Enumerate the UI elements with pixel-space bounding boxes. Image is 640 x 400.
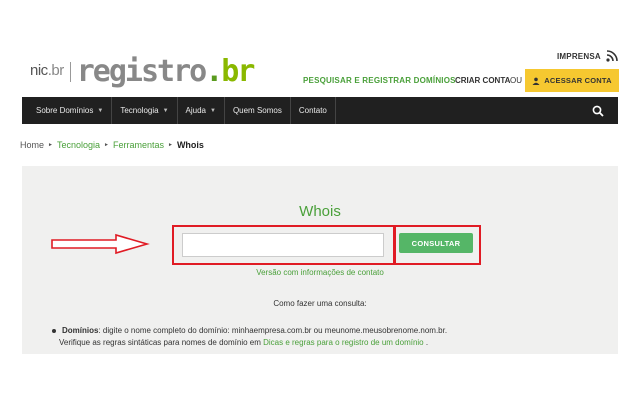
breadcrumb-separator-icon: ► [167,142,173,148]
nav-item-contato[interactable]: Contato [291,97,336,124]
versao-contato-link: Versão com informações de contato [0,268,640,277]
nav-item-tecnologia[interactable]: Tecnologia ▼ [112,97,178,124]
breadcrumb-separator-icon: ► [48,142,53,148]
dicas-regras-link[interactable]: Dicas e regras para o registro de um dom… [263,338,424,347]
end-dot: . [423,338,429,347]
main-nav: Sobre Domínios ▼ Tecnologia ▼ Ajuda ▼ Quem … [22,97,618,124]
breadcrumb: Home ► Tecnologia ► Ferramentas ► Whois [20,140,204,150]
dominios-text: : digite o nome completo do domínio: min… [98,326,448,335]
breadcrumb-separator-icon: ► [104,142,109,148]
nav-item-quem-somos[interactable]: Quem Somos [225,97,291,124]
breadcrumb-ferramentas[interactable]: Ferramentas [113,140,164,150]
list-item: Domínios: digite o nome completo do domí… [52,326,447,335]
nic-br-logo: nic.br [30,62,71,82]
chevron-down-icon: ▼ [209,107,216,114]
acessar-conta-button[interactable]: ACESSAR CONTA [525,69,619,92]
acessar-conta-label: ACESSAR CONTA [544,76,612,85]
breadcrumb-home[interactable]: Home [20,140,44,150]
ou-text: OU [510,76,522,85]
page-title: Whois [299,203,341,220]
imprensa-link[interactable]: IMPRENSA [557,52,601,61]
como-consultar-heading: Como fazer uma consulta: [273,299,367,308]
dominios-label: Domínios [62,326,99,335]
search-icon[interactable] [592,105,604,117]
versao-contato-text[interactable]: Versão com informações de contato [256,268,384,277]
chevron-down-icon: ▼ [97,107,104,114]
nav-item-ajuda[interactable]: Ajuda ▼ [178,97,225,124]
breadcrumb-tecnologia[interactable]: Tecnologia [57,140,100,150]
list-item-detail: Verifique as regras sintáticas para nome… [59,338,428,347]
chevron-down-icon: ▼ [162,107,169,114]
nav-item-sobre-dominios[interactable]: Sobre Domínios ▼ [22,97,113,124]
breadcrumb-current: Whois [176,140,204,150]
bullet-icon [52,328,56,333]
pesquisar-registrar-link[interactable]: PESQUISAR E REGISTRAR DOMÍNIOS [303,76,456,85]
criar-conta-link[interactable]: CRIAR CONTA [455,76,510,85]
annotation-arrow-icon [51,233,150,255]
registro-br-logo[interactable]: nic.br registro.br [30,52,256,89]
rss-icon[interactable] [606,50,618,62]
registro-logo-text: registro.br [76,54,256,89]
annotation-highlight-input [172,225,396,265]
user-icon [532,77,540,85]
annotation-highlight-button [393,225,481,265]
verifique-text: Verifique as regras sintáticas para nome… [59,338,264,347]
